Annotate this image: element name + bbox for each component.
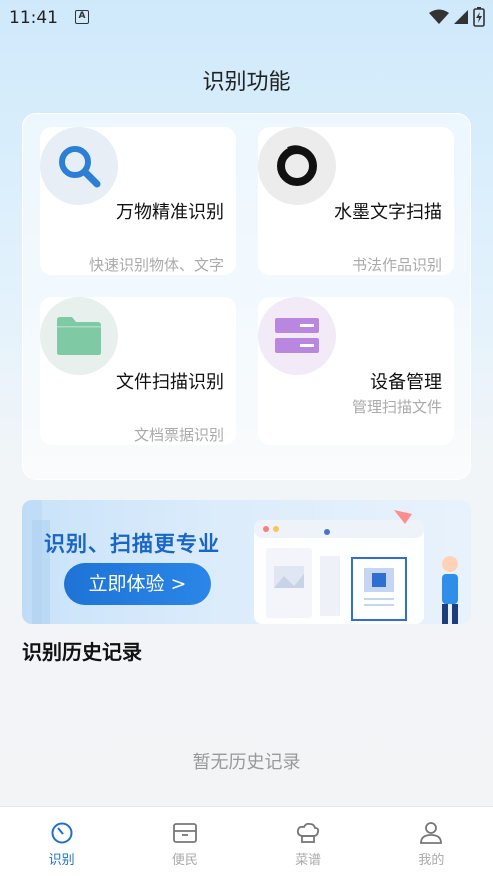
history-title: 识别历史记录	[22, 640, 142, 664]
ink-circle-icon	[258, 127, 336, 205]
wifi-icon	[429, 9, 449, 24]
signal-icon	[454, 10, 468, 24]
status-bar: 11:41 A	[0, 0, 493, 36]
feature-card-device-management[interactable]: 设备管理 管理扫描文件	[258, 297, 454, 445]
feature-title: 水墨文字扫描	[334, 202, 442, 223]
feature-subtitle: 快速识别物体、文字	[88, 256, 224, 274]
status-icons	[429, 7, 485, 27]
device-list-icon	[258, 297, 336, 375]
tab-recognize[interactable]: 识别	[0, 807, 123, 876]
feature-card-object-recognition[interactable]: 万物精准识别 快速识别物体、文字	[40, 127, 236, 275]
tab-convenience[interactable]: 便民	[123, 807, 246, 876]
feature-subtitle: 管理扫描文件	[351, 398, 442, 416]
battery-charging-icon	[473, 7, 485, 27]
user-icon	[420, 822, 443, 844]
tab-mine[interactable]: 我的	[370, 807, 493, 876]
try-now-button[interactable]: 立即体验 >	[64, 563, 211, 605]
tab-label: 识别	[48, 853, 75, 868]
status-time: 11:41	[9, 8, 58, 28]
tab-recipes[interactable]: 菜谱	[247, 807, 370, 876]
feature-card-document-scan[interactable]: 文件扫描识别 文档票据识别	[40, 297, 236, 445]
notification-a-icon: A	[75, 10, 89, 24]
feature-title: 设备管理	[370, 372, 442, 393]
bottom-tab-bar: 识别 便民 菜谱 我的	[0, 806, 493, 876]
feature-panel: 万物精准识别 快速识别物体、文字 水墨文字扫描 书法作品识别 文件扫描识别 文档…	[22, 113, 471, 480]
tab-label: 菜谱	[295, 853, 322, 868]
chef-hat-icon	[297, 822, 320, 843]
feature-card-ink-scan[interactable]: 水墨文字扫描 书法作品识别	[258, 127, 454, 275]
banner-title: 识别、扫描更专业	[44, 532, 220, 556]
feature-title: 万物精准识别	[116, 202, 224, 223]
folder-icon	[40, 297, 118, 375]
promo-banner[interactable]: 识别、扫描更专业 立即体验 >	[22, 500, 471, 624]
history-empty-text: 暂无历史记录	[192, 752, 301, 773]
feature-title: 文件扫描识别	[116, 372, 224, 393]
tab-label: 我的	[418, 853, 445, 868]
box-icon	[172, 823, 197, 843]
page-title: 识别功能	[202, 70, 291, 95]
tab-label: 便民	[171, 853, 198, 868]
banner-illustration	[22, 500, 458, 624]
search-icon	[40, 127, 118, 205]
recognize-icon	[51, 822, 73, 844]
feature-subtitle: 文档票据识别	[133, 426, 224, 444]
feature-subtitle: 书法作品识别	[351, 256, 442, 274]
